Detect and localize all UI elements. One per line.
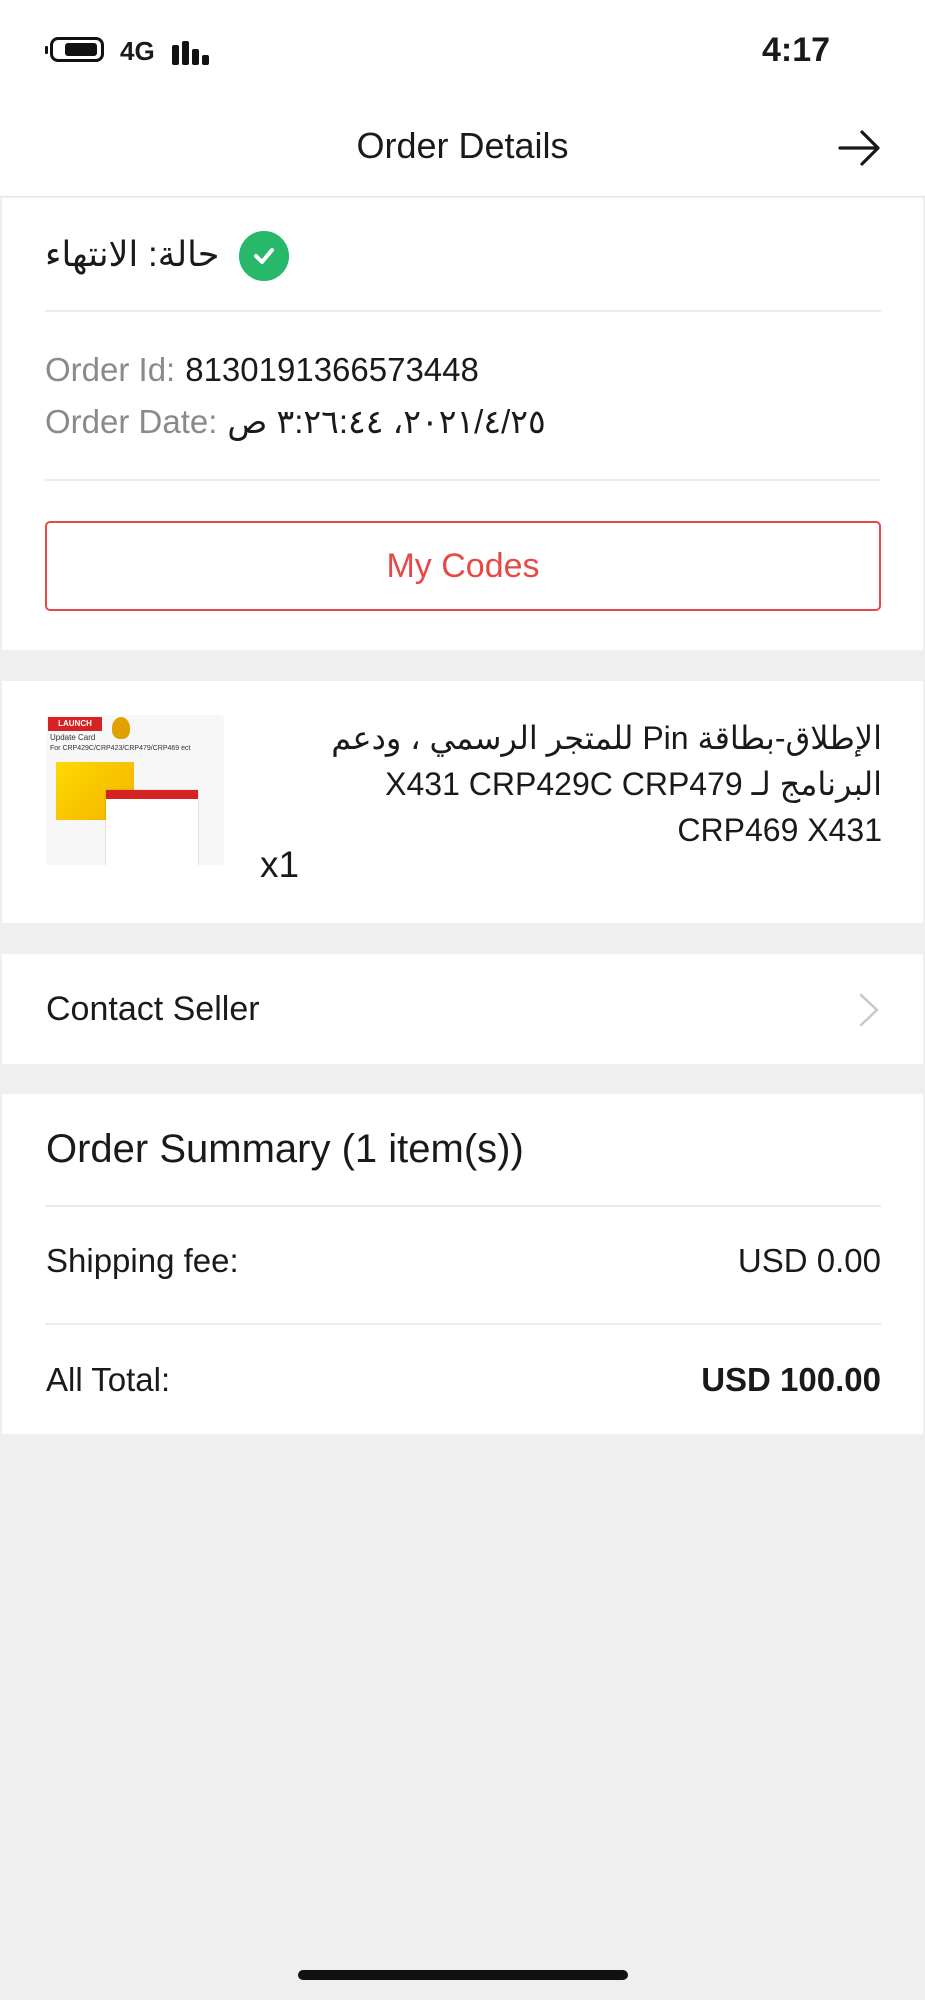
thumbnail-models: For CRP429C/CRP423/CRP479/CRP469 ect (50, 745, 191, 752)
divider (45, 310, 881, 312)
product-title: الإطلاق-بطاقة Pin للمتجر الرسمي ، ودعم ا… (331, 720, 882, 848)
order-status: حالة: الانتهاء (45, 228, 880, 281)
order-summary-card: Order Summary (1 item(s)) Shipping fee: … (2, 1094, 923, 1434)
total-value: USD 100.00 (701, 1361, 881, 1398)
order-status-text: حالة: الانتهاء (45, 235, 220, 274)
product-quantity: x1 (260, 844, 300, 885)
total-label: All Total: (46, 1361, 171, 1398)
signal-strength-icon (172, 37, 216, 65)
order-id-row: Order Id: 8130191366573448 (45, 350, 479, 390)
my-codes-button[interactable]: My Codes (45, 521, 881, 611)
status-bar: 4G 4:17 (0, 0, 925, 100)
medal-icon (112, 717, 130, 739)
chevron-right-icon (859, 993, 879, 1027)
check-circle-icon (239, 231, 289, 281)
thumbnail-label: Update Card (50, 733, 96, 742)
total-row: All Total: USD 100.00 (46, 1360, 881, 1400)
arrow-right-icon[interactable] (836, 126, 884, 170)
shipping-fee-row: Shipping fee: USD 0.00 (46, 1241, 881, 1281)
order-summary-title: Order Summary (1 item(s)) (46, 1127, 524, 1171)
thumbnail-brand: LAUNCH (48, 717, 102, 731)
order-date-label: Order Date: (45, 403, 218, 440)
order-date-row: Order Date: ٢٠٢١/٤/٢٥، ٣:٢٦:٤٤ ص (45, 402, 546, 442)
product-card[interactable]: LAUNCH Update Card For CRP429C/CRP423/CR… (2, 681, 923, 923)
home-indicator[interactable] (298, 1970, 628, 1980)
card-graphic (106, 790, 198, 865)
shipping-fee-value: USD 0.00 (737, 1242, 881, 1279)
page-title: Order Details (356, 125, 569, 166)
divider (45, 1323, 881, 1325)
product-thumbnail[interactable]: LAUNCH Update Card For CRP429C/CRP423/CR… (46, 715, 224, 865)
divider (45, 1205, 881, 1207)
order-id-label: Order Id: (45, 351, 176, 388)
status-time: 4:17 (762, 31, 831, 69)
shipping-fee-label: Shipping fee: (46, 1242, 239, 1279)
order-date-value: ٢٠٢١/٤/٢٥، ٣:٢٦:٤٤ ص (227, 403, 546, 440)
battery-icon (45, 37, 104, 62)
network-type: 4G (120, 36, 155, 66)
contact-seller-label: Contact Seller (46, 990, 260, 1028)
order-status-card: حالة: الانتهاء Order Id: 8130191366573448… (2, 198, 923, 650)
divider (45, 479, 881, 481)
nav-bar: Order Details (0, 100, 925, 197)
order-id-value: 8130191366573448 (185, 351, 479, 388)
contact-seller-row[interactable]: Contact Seller (2, 954, 923, 1064)
